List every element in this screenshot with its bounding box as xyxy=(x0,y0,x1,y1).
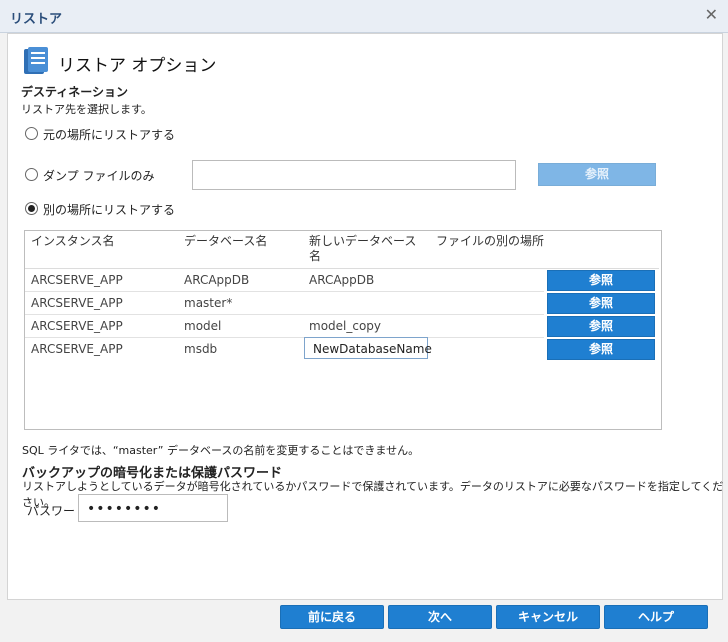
dump-path-input[interactable] xyxy=(192,160,516,190)
window-title: リストア xyxy=(10,12,63,27)
radio-other-location[interactable] xyxy=(25,202,38,215)
destination-title: デスティネーション xyxy=(21,85,129,99)
row2-browse-button[interactable]: 参照 xyxy=(547,293,655,314)
next-button[interactable]: 次へ xyxy=(388,605,492,629)
row3-instance: ARCSERVE_APP xyxy=(31,319,123,333)
radio-original-location[interactable] xyxy=(25,127,38,140)
row-divider xyxy=(25,314,544,315)
back-button[interactable]: 前に戻る xyxy=(280,605,384,629)
row4-database: msdb xyxy=(184,342,218,356)
header-new-database-name: 新しいデータベース 名 xyxy=(309,234,417,263)
header-database-name: データベース名 xyxy=(184,234,268,248)
row1-instance: ARCSERVE_APP xyxy=(31,273,123,287)
row2-database: master* xyxy=(184,296,233,310)
close-icon[interactable]: ✕ xyxy=(705,5,718,24)
page-title: リストア オプション xyxy=(58,56,217,76)
header-instance-name: インスタンス名 xyxy=(31,234,115,248)
password-field[interactable]: •••••••• xyxy=(78,494,228,522)
row1-database: ARCAppDB xyxy=(184,273,250,287)
row4-instance: ARCSERVE_APP xyxy=(31,342,123,356)
row1-new-name[interactable]: ARCAppDB xyxy=(309,273,374,287)
row-divider xyxy=(25,291,544,292)
cancel-button[interactable]: キャンセル xyxy=(496,605,600,629)
header-alternate-file-location: ファイルの別の場所 xyxy=(436,234,545,248)
dump-browse-button[interactable]: 参照 xyxy=(538,163,656,186)
title-bar xyxy=(0,0,728,33)
radio-dump-file-only-label: ダンプ ファイルのみ xyxy=(43,169,155,183)
row4-new-name-input[interactable]: NewDatabaseName xyxy=(304,337,432,359)
header-divider xyxy=(25,268,659,269)
row3-new-name[interactable]: model_copy xyxy=(309,319,381,333)
row-divider xyxy=(25,337,544,338)
help-button[interactable]: ヘルプ xyxy=(604,605,708,629)
radio-other-location-label: 別の場所にリストアする xyxy=(43,203,176,217)
row4-browse-button[interactable]: 参照 xyxy=(547,339,655,360)
destination-subtitle: リストア先を選択します。 xyxy=(21,103,152,116)
row1-browse-button[interactable]: 参照 xyxy=(547,270,655,291)
document-stack-icon xyxy=(24,47,48,74)
row3-browse-button[interactable]: 参照 xyxy=(547,316,655,337)
sql-writer-note: SQL ライタでは、“master” データベースの名前を変更することはできませ… xyxy=(22,444,420,457)
row3-database: model xyxy=(184,319,222,333)
radio-original-location-label: 元の場所にリストアする xyxy=(43,128,176,142)
row2-instance: ARCSERVE_APP xyxy=(31,296,123,310)
radio-dump-file-only[interactable] xyxy=(25,168,38,181)
